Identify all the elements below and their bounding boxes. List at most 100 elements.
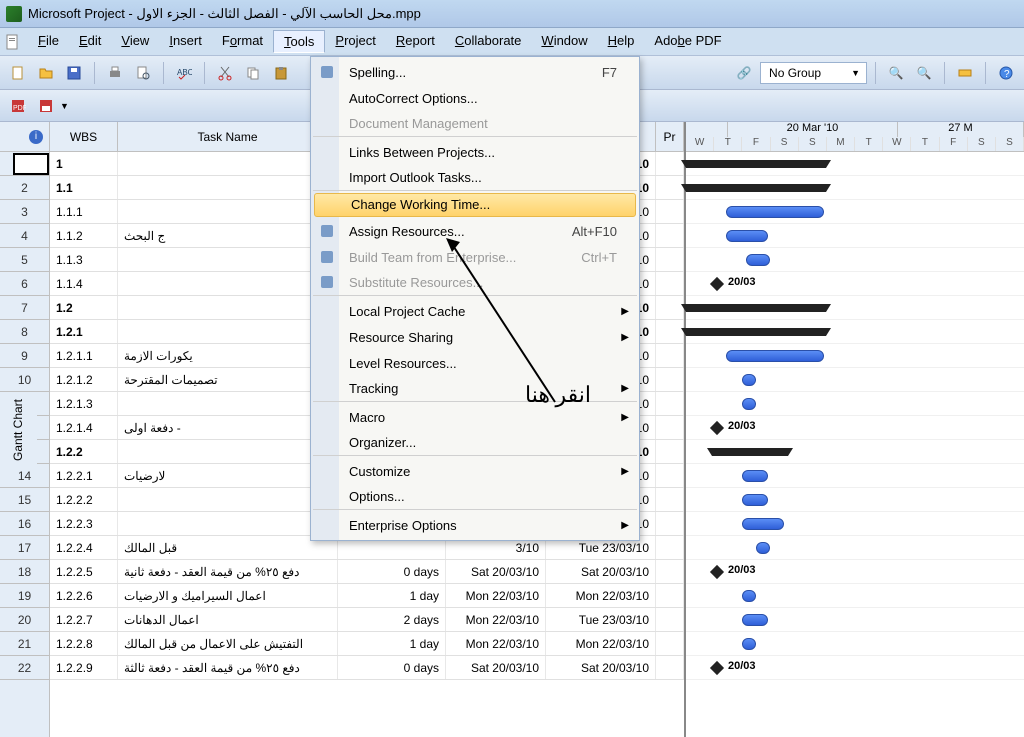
cell-pr[interactable] <box>656 224 684 247</box>
new-icon[interactable] <box>6 61 30 85</box>
open-icon[interactable] <box>34 61 58 85</box>
cell-finish[interactable]: Tue 23/03/10 <box>546 608 656 631</box>
cell-name[interactable]: قبل المالك <box>118 536 338 559</box>
cell-finish[interactable]: Mon 22/03/10 <box>546 632 656 655</box>
row-number[interactable]: 14 <box>0 464 49 488</box>
cell-pr[interactable] <box>656 560 684 583</box>
task-row[interactable]: 1.2.2.7اعمال الدهانات2 daysMon 22/03/10T… <box>50 608 684 632</box>
row-number[interactable]: 8 <box>0 320 49 344</box>
menu-help[interactable]: Help <box>598 30 645 53</box>
cell-name[interactable] <box>118 296 338 319</box>
menu-file[interactable]: File <box>28 30 69 53</box>
menu-edit[interactable]: Edit <box>69 30 111 53</box>
menu-window[interactable]: Window <box>531 30 597 53</box>
col-wbs[interactable]: WBS <box>50 122 118 151</box>
cell-name[interactable]: يكورات الازمة <box>118 344 338 367</box>
cell-dur[interactable]: 2 days <box>338 608 446 631</box>
cell-name[interactable]: التفتيش على الاعمال من قبل المالك <box>118 632 338 655</box>
print-icon[interactable] <box>103 61 127 85</box>
cell-wbs[interactable]: 1.2.1.3 <box>50 392 118 415</box>
menu-project[interactable]: Project <box>325 30 385 53</box>
cell-pr[interactable] <box>656 464 684 487</box>
doc-icon[interactable] <box>2 31 24 53</box>
menu-collaborate[interactable]: Collaborate <box>445 30 532 53</box>
cell-name[interactable] <box>118 440 338 463</box>
row-number[interactable]: 9 <box>0 344 49 368</box>
cut-icon[interactable] <box>213 61 237 85</box>
menu-item-change-working-time[interactable]: Change Working Time... <box>314 193 636 217</box>
row-number[interactable]: 19 <box>0 584 49 608</box>
task-row[interactable]: 1.2.2.9دفع ٢٥% من قيمة العقد - دفعة ثالث… <box>50 656 684 680</box>
cell-name[interactable] <box>118 488 338 511</box>
cell-wbs[interactable]: 1.1.4 <box>50 272 118 295</box>
menu-adobe-pdf[interactable]: Adobe PDF <box>644 30 731 53</box>
cell-name[interactable]: - دفعة اولى <box>118 416 338 439</box>
row-number[interactable]: 17 <box>0 536 49 560</box>
cell-wbs[interactable]: 1.2.1.4 <box>50 416 118 439</box>
menu-item-assign-resources[interactable]: Assign Resources...Alt+F10 <box>313 218 637 244</box>
cell-pr[interactable] <box>656 584 684 607</box>
cell-pr[interactable] <box>656 392 684 415</box>
task-row[interactable]: 1.2.2.5دفع ٢٥% من قيمة العقد - دفعة ثاني… <box>50 560 684 584</box>
row-number[interactable]: 6 <box>0 272 49 296</box>
menu-item-customize[interactable]: Customize▶ <box>313 458 637 484</box>
cell-name[interactable] <box>118 512 338 535</box>
cell-pr[interactable] <box>656 272 684 295</box>
row-number[interactable]: 2 <box>0 176 49 200</box>
menu-item-enterprise-options[interactable]: Enterprise Options▶ <box>313 512 637 538</box>
cell-dur[interactable]: 0 days <box>338 560 446 583</box>
menu-item-options[interactable]: Options... <box>313 484 637 510</box>
cell-pr[interactable] <box>656 296 684 319</box>
row-number[interactable]: 3 <box>0 200 49 224</box>
paste-icon[interactable] <box>269 61 293 85</box>
gantt-milestone-icon[interactable] <box>710 565 724 579</box>
cell-wbs[interactable]: 1.2.2.1 <box>50 464 118 487</box>
cell-start[interactable]: Sat 20/03/10 <box>446 560 546 583</box>
goto-task-icon[interactable] <box>953 61 977 85</box>
gantt-task-bar[interactable] <box>742 614 768 626</box>
cell-name[interactable] <box>118 152 338 175</box>
cell-pr[interactable] <box>656 344 684 367</box>
menu-item-local-project-cache[interactable]: Local Project Cache▶ <box>313 298 637 324</box>
row-number[interactable]: 20 <box>0 608 49 632</box>
menu-view[interactable]: View <box>111 30 159 53</box>
gantt-summary-bar[interactable] <box>686 328 826 336</box>
menu-item-links-between-projects[interactable]: Links Between Projects... <box>313 139 637 165</box>
cell-name[interactable] <box>118 320 338 343</box>
cell-name[interactable]: دفع ٢٥% من قيمة العقد - دفعة ثانية <box>118 560 338 583</box>
row-number[interactable]: 16 <box>0 512 49 536</box>
row-number[interactable]: 15 <box>0 488 49 512</box>
menu-item-level-resources[interactable]: Level Resources... <box>313 350 637 376</box>
cell-start[interactable]: Mon 22/03/10 <box>446 632 546 655</box>
gantt-milestone-icon[interactable] <box>710 277 724 291</box>
row-number[interactable]: 22 <box>0 656 49 680</box>
cell-name[interactable] <box>118 272 338 295</box>
gantt-task-bar[interactable] <box>726 350 824 362</box>
gantt-milestone-icon[interactable] <box>710 421 724 435</box>
cell-dur[interactable]: 1 day <box>338 632 446 655</box>
cell-wbs[interactable]: 1.2.1.2 <box>50 368 118 391</box>
cell-finish[interactable]: Mon 22/03/10 <box>546 584 656 607</box>
cell-pr[interactable] <box>656 656 684 679</box>
col-predecessors[interactable]: Pr <box>656 122 684 151</box>
cell-wbs[interactable]: 1.2.2 <box>50 440 118 463</box>
cell-wbs[interactable]: 1.2.2.2 <box>50 488 118 511</box>
gantt-task-bar[interactable] <box>726 230 768 242</box>
cell-finish[interactable]: Sat 20/03/10 <box>546 560 656 583</box>
row-number[interactable]: 5 <box>0 248 49 272</box>
zoom-in-icon[interactable]: 🔍 <box>884 61 908 85</box>
gantt-task-bar[interactable] <box>742 494 768 506</box>
gantt-summary-bar[interactable] <box>686 304 826 312</box>
gantt-task-bar[interactable] <box>746 254 770 266</box>
gantt-summary-bar[interactable] <box>686 184 826 192</box>
cell-start[interactable]: Mon 22/03/10 <box>446 608 546 631</box>
cell-pr[interactable] <box>656 608 684 631</box>
menu-tools[interactable]: Tools <box>273 30 325 53</box>
cell-wbs[interactable]: 1.1.2 <box>50 224 118 247</box>
task-row[interactable]: 1.2.2.6اعمال السيراميك و الارضيات1 dayMo… <box>50 584 684 608</box>
cell-name[interactable] <box>118 200 338 223</box>
cell-pr[interactable] <box>656 512 684 535</box>
cell-pr[interactable] <box>656 488 684 511</box>
row-number[interactable]: 10 <box>0 368 49 392</box>
cell-wbs[interactable]: 1 <box>50 152 118 175</box>
